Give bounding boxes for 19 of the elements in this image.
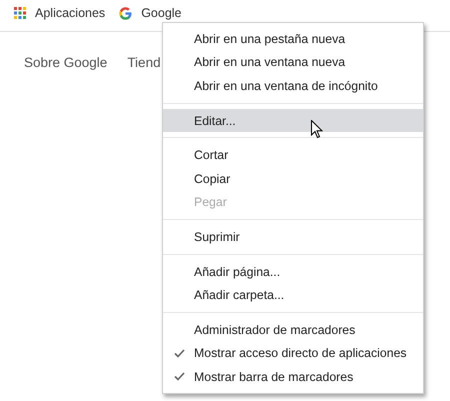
menu-item[interactable]: Copiar	[163, 166, 423, 191]
bookmark[interactable]: Aplicaciones	[14, 4, 106, 22]
menu-item[interactable]: Suprimir	[163, 225, 423, 249]
page-link[interactable]: Tiend	[127, 55, 161, 70]
menu-item[interactable]: Abrir en una ventana de incógnito	[163, 74, 423, 98]
bookmark[interactable]: Google	[119, 4, 182, 22]
menu-item[interactable]: Añadir página...	[163, 260, 423, 284]
menu-item[interactable]: Mostrar barra de marcadores	[163, 365, 423, 389]
apps-grid-icon	[14, 7, 26, 19]
cursor-icon	[311, 120, 323, 139]
menu-item[interactable]: Mostrar acceso directo de aplicaciones	[163, 342, 423, 366]
menu-item[interactable]: Cortar	[163, 143, 423, 167]
menu-item[interactable]: Editar...	[163, 108, 423, 132]
menu-item[interactable]: Abrir en una ventana nueva	[163, 50, 423, 74]
google-g-icon	[119, 6, 132, 20]
page-link[interactable]: Sobre Google	[24, 55, 108, 70]
menu-item[interactable]: Abrir en una pestaña nueva	[163, 27, 423, 51]
menu-item[interactable]: Añadir carpeta...	[163, 283, 423, 307]
menu-item[interactable]: Administrador de marcadores	[163, 318, 423, 342]
